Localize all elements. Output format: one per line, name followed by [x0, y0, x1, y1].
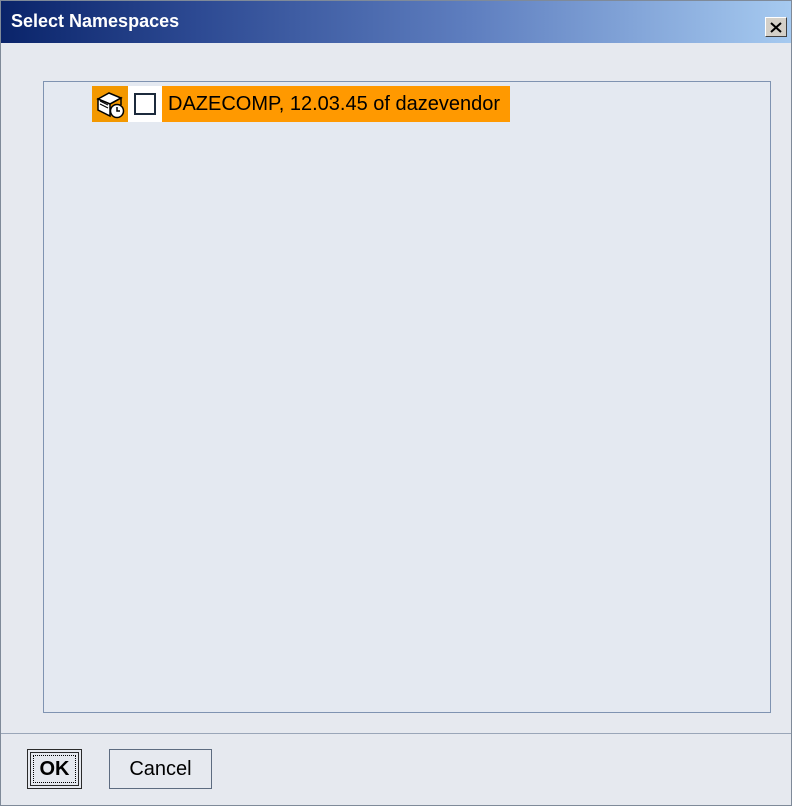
tree-item[interactable]: DAZECOMP, 12.03.45 of dazevendor [92, 86, 511, 122]
namespace-checkbox[interactable] [134, 93, 156, 115]
ok-button-label: OK [39, 757, 70, 780]
component-package-icon [92, 86, 128, 122]
tree-item-checkbox-cell [128, 86, 162, 122]
select-namespaces-dialog: Select Namespaces DAZECOMP, 12.03.45 of … [0, 0, 792, 806]
cancel-button-label: Cancel [129, 757, 192, 780]
cancel-button[interactable]: Cancel [109, 749, 212, 789]
namespace-tree[interactable]: DAZECOMP, 12.03.45 of dazevendor [43, 81, 771, 713]
close-button[interactable] [765, 17, 787, 37]
ok-button[interactable]: OK [27, 749, 82, 789]
dialog-title: Select Namespaces [11, 11, 180, 31]
close-icon [770, 21, 782, 33]
tree-item-label[interactable]: DAZECOMP, 12.03.45 of dazevendor [162, 86, 511, 122]
title-bar[interactable]: Select Namespaces [1, 1, 791, 43]
footer-divider [1, 733, 791, 734]
